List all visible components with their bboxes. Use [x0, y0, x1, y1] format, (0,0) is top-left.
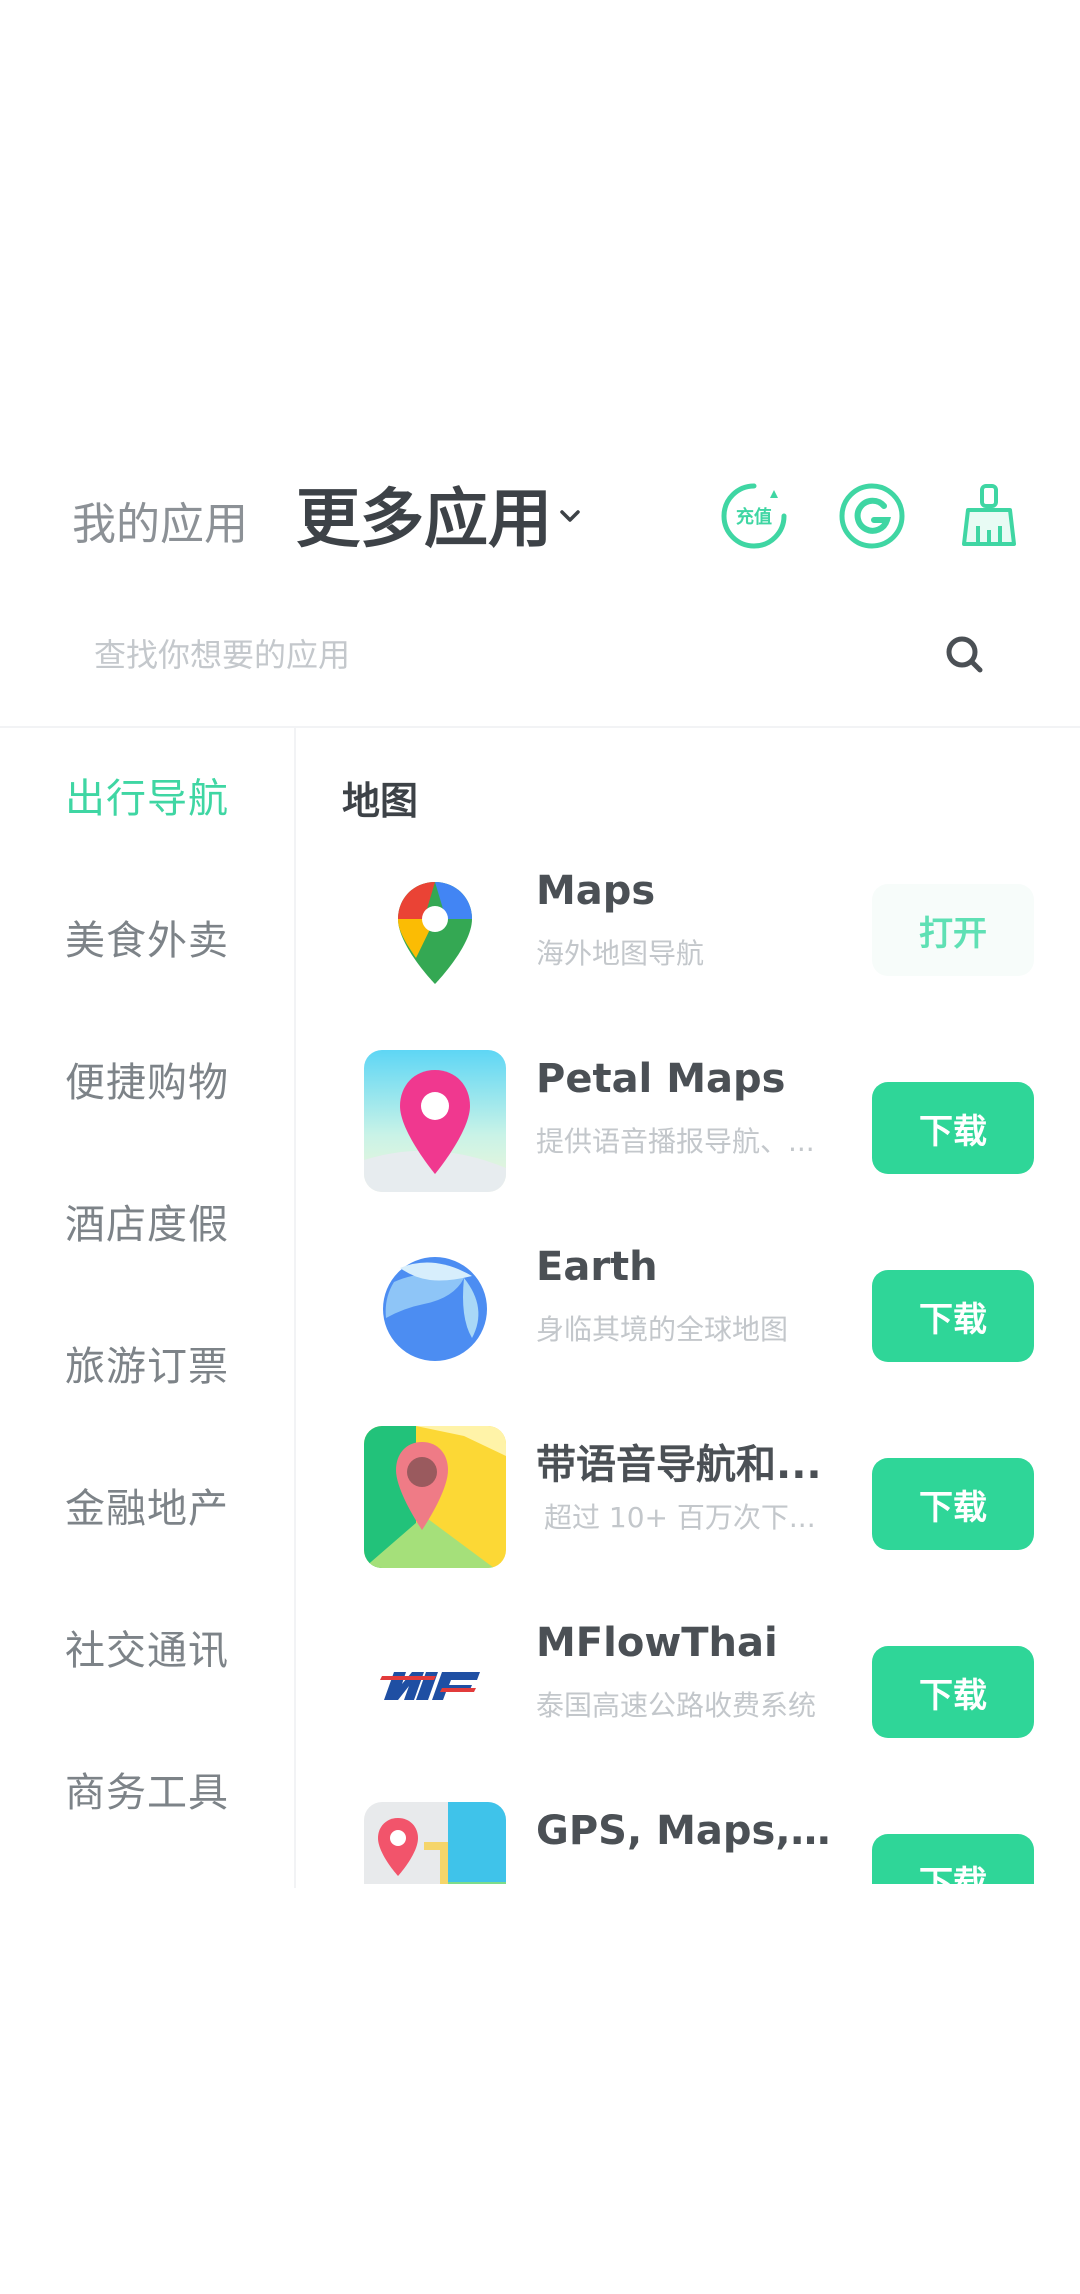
download-button[interactable]: 下载 — [872, 1458, 1034, 1550]
download-button[interactable]: 下载 — [872, 1270, 1034, 1362]
list-item[interactable]: MFlowThai 泰国高速公路收费系统 下载 — [296, 1592, 1080, 1762]
sidebar-item-food-delivery[interactable]: 美食外卖 — [65, 908, 229, 966]
header: 我的应用 更多应用 充值 — [0, 460, 1080, 570]
cleaner-broom-icon[interactable] — [954, 480, 1026, 552]
voice-nav-map-icon — [364, 1426, 506, 1568]
search-bar[interactable] — [60, 620, 1020, 690]
sidebar-item-shopping[interactable]: 便捷购物 — [65, 1050, 229, 1108]
svg-text:充值: 充值 — [736, 506, 772, 528]
list-item[interactable]: Earth 身临其境的全球地图 下载 — [296, 1216, 1080, 1386]
section-title: 地图 — [342, 779, 419, 823]
app-name: GPS, Maps, V... — [536, 1808, 836, 1854]
download-button[interactable]: 下载 — [872, 1646, 1034, 1738]
search-icon[interactable] — [940, 630, 988, 678]
app-name: MFlowThai — [536, 1620, 778, 1666]
app-description: 泰国高速公路收费系统 — [536, 1689, 817, 1722]
list-item[interactable]: Maps 海外地图导航 打开 — [296, 840, 1080, 1010]
mflowthai-icon — [364, 1614, 506, 1756]
petal-maps-icon — [364, 1050, 506, 1192]
app-description: 超过 10+ 百万次下... — [544, 1501, 816, 1534]
sidebar-item-hotel[interactable]: 酒店度假 — [65, 1192, 229, 1250]
tab-my-apps[interactable]: 我的应用 — [72, 488, 248, 552]
sidebar-item-social[interactable]: 社交通讯 — [65, 1618, 229, 1676]
search-input[interactable] — [94, 630, 914, 680]
list-item[interactable]: GPS, Maps, V... 下载 — [296, 1780, 1080, 1884]
sidebar-item-travel-booking[interactable]: 旅游订票 — [65, 1334, 229, 1392]
google-maps-icon — [364, 862, 506, 1004]
earth-icon — [364, 1238, 506, 1380]
list-item[interactable]: Petal Maps 提供语音播报导航、... 下载 — [296, 1028, 1080, 1198]
app-description: 海外地图导航 — [536, 937, 705, 970]
app-description: 提供语音播报导航、... — [536, 1125, 815, 1158]
divider — [0, 726, 1080, 728]
app-description: 身临其境的全球地图 — [536, 1313, 789, 1346]
g-coin-icon[interactable] — [836, 480, 908, 552]
app-list: Maps 海外地图导航 打开 Petal Maps 提供语音播报导航、... 下… — [296, 840, 1080, 1884]
gps-maps-icon — [364, 1802, 506, 1884]
chevron-down-icon[interactable] — [558, 504, 582, 528]
sidebar-item-finance[interactable]: 金融地产 — [65, 1476, 229, 1534]
app-name: 带语音导航和... — [536, 1442, 822, 1488]
app-name: Earth — [536, 1244, 658, 1290]
list-item[interactable]: 带语音导航和... 超过 10+ 百万次下... 下载 — [296, 1404, 1080, 1574]
open-button[interactable]: 打开 — [872, 884, 1034, 976]
recharge-icon[interactable]: 充值 — [718, 480, 790, 552]
download-button[interactable]: 下载 — [872, 1834, 1034, 1884]
app-name: Maps — [536, 868, 656, 914]
download-button[interactable]: 下载 — [872, 1082, 1034, 1174]
sidebar-item-travel-navigation[interactable]: 出行导航 — [65, 766, 229, 824]
sidebar-item-business-tools[interactable]: 商务工具 — [65, 1760, 229, 1818]
app-name: Petal Maps — [536, 1056, 786, 1102]
tab-more-apps[interactable]: 更多应用 — [296, 468, 552, 560]
